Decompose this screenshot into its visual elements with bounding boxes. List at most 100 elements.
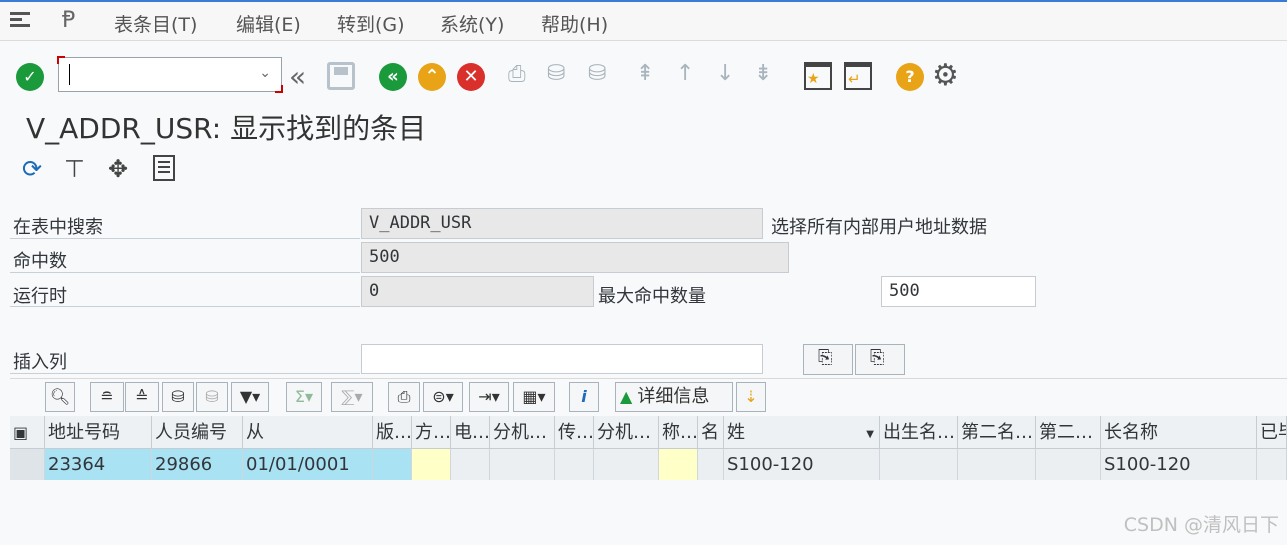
menu-toggle-icon[interactable] (10, 10, 32, 28)
help-icon[interactable]: ? (896, 63, 924, 91)
sort-ascending-icon: ≘ (100, 387, 114, 406)
insert-column-all-button[interactable]: ⎘ (855, 344, 905, 375)
back-double-icon[interactable]: « (289, 60, 306, 93)
sort-ascending-button[interactable]: ≘ (90, 382, 124, 412)
max-hits-label: 最大命中数量 (598, 286, 706, 307)
personal-settings-icon[interactable]: Ᵽ (62, 8, 75, 33)
menu-bar: Ᵽ 表条目(T) 编辑(E) 转到(G) 系统(Y) 帮助(H) (0, 0, 1287, 41)
column-header[interactable]: 分机… (490, 416, 555, 449)
column-header[interactable]: 出生名… (880, 416, 958, 449)
export-button[interactable]: ⇥▾ (469, 382, 509, 412)
selection-criteria-icon[interactable]: ⊤ (64, 155, 85, 183)
column-header[interactable]: 从 (243, 416, 373, 449)
menu-help[interactable]: 帮助(H) (541, 10, 608, 37)
table-cell[interactable] (958, 449, 1036, 480)
table-cell[interactable] (659, 449, 698, 480)
save-icon[interactable] (327, 62, 355, 90)
column-header[interactable]: 第二… (1036, 416, 1101, 449)
views-button[interactable]: ⊜▾ (423, 382, 463, 412)
table-cell[interactable] (880, 449, 958, 480)
column-header[interactable]: 长名称 (1101, 416, 1257, 449)
print-button[interactable]: ⎙ (388, 382, 420, 412)
column-header[interactable]: 电… (451, 416, 490, 449)
column-header[interactable]: 称… (659, 416, 698, 449)
info-button[interactable]: i (569, 382, 599, 412)
column-header[interactable]: 版… (373, 416, 412, 449)
sort-descending-icon: ≙ (135, 387, 149, 406)
table-cell[interactable]: S100-120 (724, 449, 880, 480)
table-cell[interactable] (1036, 449, 1101, 480)
details-button[interactable]: ▲ 详细信息 (615, 382, 733, 412)
info-icon: i (581, 387, 587, 406)
table-cell[interactable] (555, 449, 594, 480)
sort-descending-button[interactable]: ≙ (125, 382, 159, 412)
enter-check-icon[interactable]: ✓ (16, 63, 44, 91)
table-cell[interactable] (698, 449, 724, 480)
sort-options-button[interactable]: ⇣ (736, 382, 766, 412)
insert-column-input[interactable] (361, 344, 763, 374)
divider (10, 306, 360, 307)
menu-edit[interactable]: 编辑(E) (236, 10, 301, 37)
exit-icon[interactable]: ⌃ (418, 63, 446, 91)
create-session-icon[interactable]: ★ (804, 62, 832, 90)
find-next-button[interactable]: ⛁ (196, 382, 228, 412)
command-field[interactable]: ⌄ (57, 56, 283, 93)
details-view-button[interactable]: 🔍︎ (45, 382, 75, 412)
column-header[interactable]: 姓 ▼ (724, 416, 880, 449)
filter-button[interactable]: ▼▾ (231, 382, 269, 412)
table-cell[interactable] (1257, 449, 1287, 480)
table-cell[interactable] (594, 449, 659, 480)
chevron-down-icon[interactable]: ⌄ (259, 65, 271, 81)
prev-page-icon[interactable]: ↑ (676, 61, 694, 86)
column-header[interactable]: 第二名… (958, 416, 1036, 449)
hits-field: 500 (361, 242, 789, 273)
back-icon[interactable]: « (379, 63, 407, 91)
filter-icon: ▼▾ (239, 387, 261, 406)
column-header[interactable]: 传… (555, 416, 594, 449)
runtime-label: 运行时 (13, 286, 67, 307)
divider (10, 238, 360, 239)
row-selector[interactable] (10, 449, 45, 480)
table-cell[interactable] (451, 449, 490, 480)
refresh-icon[interactable]: ⟳ (22, 155, 42, 183)
subtotal-button[interactable]: ⅀▾ (331, 382, 373, 412)
table-cell[interactable]: 29866 (152, 449, 243, 480)
menu-table-entry[interactable]: 表条目(T) (114, 10, 197, 37)
last-page-icon[interactable]: ⇟ (754, 61, 772, 86)
table-cell[interactable] (490, 449, 555, 480)
column-header[interactable]: 方… (412, 416, 451, 449)
next-page-icon[interactable]: ↓ (716, 61, 734, 86)
first-page-icon[interactable]: ⇞ (636, 61, 654, 86)
table-cell[interactable] (373, 449, 412, 480)
plugin-icon[interactable]: ✥ (108, 155, 128, 183)
max-hits-input[interactable]: 500 (881, 276, 1036, 307)
column-header[interactable]: 地址号码 (45, 416, 152, 449)
find-icon[interactable]: ⛁ (547, 61, 565, 86)
column-header[interactable]: 人员编号 (152, 416, 243, 449)
menu-system[interactable]: 系统(Y) (440, 10, 504, 37)
document-icon[interactable] (153, 155, 175, 181)
column-header[interactable]: 分机… (594, 416, 659, 449)
column-header[interactable]: 名 (698, 416, 724, 449)
binoculars-plus-icon: ⛁ (205, 387, 219, 406)
menu-goto[interactable]: 转到(G) (337, 10, 405, 37)
table-cell[interactable] (412, 449, 451, 480)
search-table-field: V_ADDR_USR (361, 208, 763, 239)
find-next-icon[interactable]: ⛁ (588, 61, 606, 86)
layout-button[interactable]: ▦▾ (513, 382, 555, 412)
cancel-icon[interactable]: ✕ (457, 63, 485, 91)
insert-column-button[interactable]: ⎘ (803, 344, 853, 375)
settings-icon[interactable]: ⚙ (932, 58, 959, 93)
column-header[interactable]: 已毕 (1257, 416, 1287, 449)
print-icon[interactable]: ⎙ (508, 62, 526, 87)
table-cell[interactable]: S100-120 (1101, 449, 1257, 480)
find-button[interactable]: ⛁ (162, 382, 194, 412)
sum-icon: Σ▾ (294, 387, 314, 406)
table-cell[interactable]: 23364 (45, 449, 152, 480)
divider (10, 272, 360, 273)
insert-all-icon: ⎘ (870, 347, 885, 368)
shortcut-icon[interactable]: ↵ (844, 62, 872, 90)
select-all-cell[interactable]: ▣ (10, 416, 45, 449)
sum-button[interactable]: Σ▾ (286, 382, 322, 412)
table-cell[interactable]: 01/01/0001 (243, 449, 373, 480)
